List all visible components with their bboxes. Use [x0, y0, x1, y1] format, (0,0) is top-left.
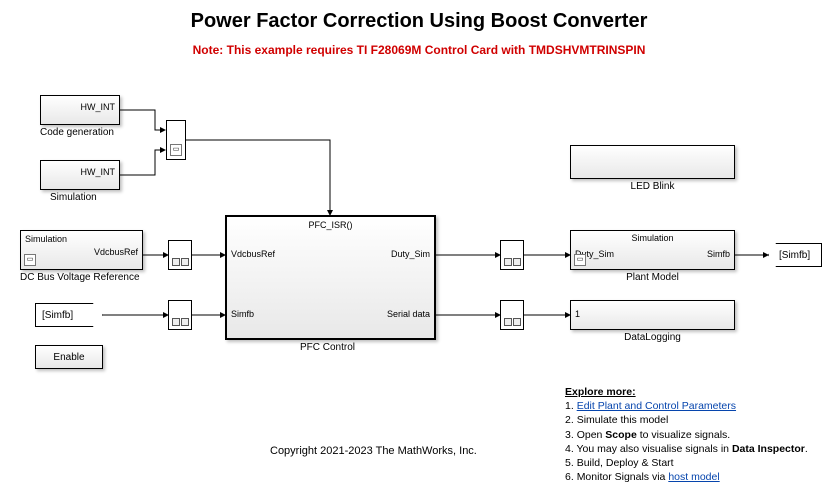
- pfc-out1: Duty_Sim: [391, 249, 430, 259]
- variant-sink-2[interactable]: [168, 300, 192, 330]
- variant-icon: ▭: [24, 254, 36, 266]
- hwint1-caption: Code generation: [40, 127, 114, 138]
- enable-block[interactable]: Enable: [35, 345, 103, 369]
- simfb-from-tag[interactable]: [Simfb]: [35, 303, 103, 327]
- interrupt-block-sim[interactable]: HW_INT: [40, 160, 120, 190]
- hwint2-caption: Simulation: [50, 192, 97, 203]
- plant-out: Simfb: [707, 249, 730, 259]
- explore-header: Explore more:: [565, 385, 825, 399]
- explore-item-2: 2. Simulate this model: [565, 413, 825, 427]
- datalogging-block[interactable]: 1: [570, 300, 735, 330]
- dcbus-ref-block[interactable]: Simulation VdcbusRef ▭: [20, 230, 143, 270]
- explore-item-1: 1. Edit Plant and Control Parameters: [565, 399, 825, 413]
- led-caption: LED Blink: [570, 181, 735, 192]
- pfc-caption: PFC Control: [300, 342, 355, 353]
- simfb-in-label: [Simfb]: [42, 310, 73, 321]
- simfb-out-label: [Simfb]: [779, 250, 810, 261]
- variant-icon: ▭: [574, 254, 586, 266]
- variant-icon: ▭: [170, 144, 182, 156]
- explore-more-panel: Explore more: 1. Edit Plant and Control …: [565, 385, 825, 484]
- explore-item-5: 5. Build, Deploy & Start: [565, 456, 825, 470]
- interrupt-block-codegen[interactable]: HW_INT: [40, 95, 120, 125]
- copyright-text: Copyright 2021-2023 The MathWorks, Inc.: [270, 445, 477, 457]
- hwint1-label: HW_INT: [81, 102, 116, 112]
- datalog-caption: DataLogging: [570, 332, 735, 343]
- dcref-caption: DC Bus Voltage Reference: [20, 272, 140, 283]
- host-model-link[interactable]: host model: [668, 471, 719, 483]
- pfc-fn-label: PFC_ISR(): [308, 220, 352, 230]
- plant-caption: Plant Model: [570, 272, 735, 283]
- plant-model-block[interactable]: Simulation Duty_Sim Simfb ▭: [570, 230, 735, 270]
- hwint2-label: HW_INT: [81, 167, 116, 177]
- variant-merge-block[interactable]: ▭: [166, 120, 186, 160]
- dcref-tag: Simulation: [25, 234, 67, 244]
- datalog-in: 1: [575, 309, 580, 319]
- simfb-goto-tag[interactable]: [Simfb]: [768, 243, 822, 267]
- explore-item-4: 4. You may also visualise signals in Dat…: [565, 442, 825, 456]
- pfc-out2: Serial data: [387, 309, 430, 319]
- edit-params-link[interactable]: Edit Plant and Control Parameters: [577, 400, 736, 412]
- led-blink-block[interactable]: [570, 145, 735, 179]
- enable-label: Enable: [53, 352, 84, 363]
- pfc-control-subsystem[interactable]: PFC_ISR() VdcbusRef Simfb Duty_Sim Seria…: [225, 215, 436, 340]
- explore-item-3: 3. Open Scope to visualize signals.: [565, 428, 825, 442]
- pfc-in2: Simfb: [231, 309, 254, 319]
- plant-tag: Simulation: [631, 233, 673, 243]
- variant-sink-3[interactable]: [500, 240, 524, 270]
- pfc-in1: VdcbusRef: [231, 249, 275, 259]
- variant-sink-1[interactable]: [168, 240, 192, 270]
- variant-sink-4[interactable]: [500, 300, 524, 330]
- dcref-port: VdcbusRef: [94, 247, 138, 257]
- explore-item-6: 6. Monitor Signals via host model: [565, 470, 825, 484]
